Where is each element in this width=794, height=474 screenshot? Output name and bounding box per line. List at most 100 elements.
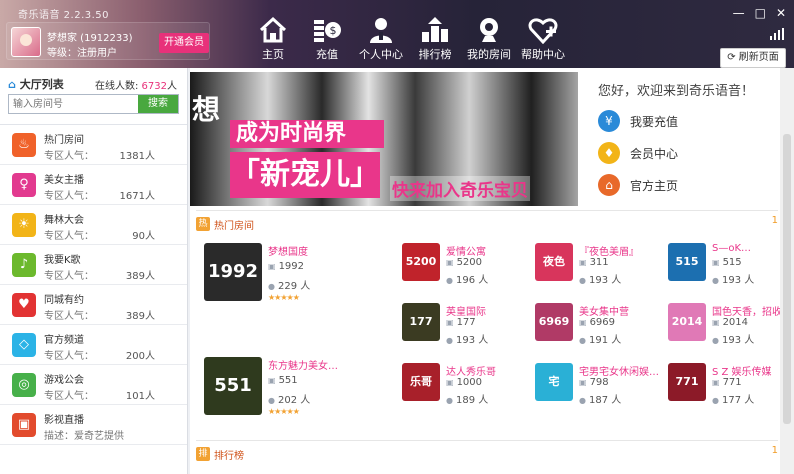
room-thumbnail[interactable]: 宅 <box>535 363 573 401</box>
room-id-value: 1000 <box>456 377 483 388</box>
id-icon: ▣ <box>579 378 587 387</box>
id-icon: ▣ <box>268 262 276 271</box>
room-category-item[interactable]: ♪ 我要K歌 专区人气： 389人 <box>0 245 187 285</box>
banner-big-char: 想 <box>192 93 221 126</box>
room-thumbnail[interactable]: 771 <box>668 363 706 401</box>
nav-recharge[interactable]: $ 充值 <box>300 16 354 68</box>
category-popularity: 101人 <box>125 391 155 402</box>
recharge-link[interactable]: ¥ 我要充值 <box>598 108 678 134</box>
ranking-more[interactable]: 1 <box>772 445 778 456</box>
recharge-link-label: 我要充值 <box>630 114 679 129</box>
category-popularity: 389人 <box>125 271 155 282</box>
room-people: ● 193 人 <box>446 331 488 346</box>
category-popularity: 389人 <box>125 311 155 322</box>
nav-help[interactable]: 帮助中心 <box>516 16 570 68</box>
category-name: 官方频道 <box>44 335 84 346</box>
nav-ranking[interactable]: 排行榜 <box>408 16 462 68</box>
room-thumbnail[interactable]: 6969 <box>535 303 573 341</box>
room-title[interactable]: 梦想国度 <box>268 243 308 258</box>
room-search-input[interactable] <box>9 95 138 113</box>
category-icon: ◇ <box>12 333 36 357</box>
vip-center-link[interactable]: ♦ 会员中心 <box>598 140 678 166</box>
avatar[interactable] <box>11 27 41 57</box>
scrollbar[interactable] <box>780 68 794 474</box>
room-rating-stars: ★★★★★ <box>268 407 300 416</box>
id-icon: ▣ <box>268 376 276 385</box>
nav-my-room[interactable]: 我的房间 <box>462 16 516 68</box>
room-title[interactable]: 宅男宅女休闲娱… <box>579 363 659 378</box>
person-icon: ● <box>268 282 275 291</box>
ranking-section: 排 排行榜 1 <box>196 440 778 474</box>
hot-rooms-header: 热 热门房间 1 <box>196 211 778 233</box>
room-id-value: 6969 <box>589 317 616 328</box>
room-title[interactable]: 东方魅力美女… <box>268 357 338 372</box>
user-name: 梦想家 (1912233) <box>47 33 133 44</box>
category-sub: 专区人气： <box>44 311 94 322</box>
title-bar: 奇乐语音 2.2.3.50 梦想家 (1912233) 等级：注册用户 开通会员… <box>0 0 794 68</box>
room-id: ▣ 6969 <box>579 317 615 328</box>
room-id: ▣ 311 <box>579 257 609 268</box>
room-thumbnail[interactable]: 551 <box>204 357 262 415</box>
recharge-icon: $ <box>314 20 341 42</box>
room-category-item[interactable]: ◇ 官方频道 专区人气： 200人 <box>0 325 187 365</box>
nav-home[interactable]: 主页 <box>246 16 300 68</box>
room-thumbnail[interactable]: 2014 <box>668 303 706 341</box>
search-button[interactable]: 搜索 <box>138 95 178 113</box>
room-title[interactable]: 英皇国际 <box>446 303 486 318</box>
category-sub: 专区人气： <box>44 231 94 242</box>
refresh-page-button[interactable]: ⟳ 刷新页面 <box>720 48 786 68</box>
room-thumbnail[interactable]: 1992 <box>204 243 262 301</box>
room-people: ● 229 人 <box>268 277 310 292</box>
room-thumbnail[interactable]: 夜色 <box>535 243 573 281</box>
room-title[interactable]: S Z 娱乐传媒 <box>712 363 772 378</box>
room-thumbnail[interactable]: 5200 <box>402 243 440 281</box>
category-sub: 描述：爱奇艺提供 <box>44 431 124 442</box>
room-title[interactable]: S—oK… <box>712 243 751 254</box>
help-heart-icon <box>528 18 558 44</box>
room-category-item[interactable]: ♀ 美女主播 专区人气： 1671人 <box>0 165 187 205</box>
room-category-item[interactable]: ☀ 舞林大会 专区人气： 90人 <box>0 205 187 245</box>
room-people: ● 187 人 <box>579 391 621 406</box>
room-people: ● 193 人 <box>712 271 754 286</box>
category-popularity: 1381人 <box>119 151 155 162</box>
room-title[interactable]: 爱情公寓 <box>446 243 486 258</box>
room-thumbnail[interactable]: 177 <box>402 303 440 341</box>
room-category-item[interactable]: ▣ 影视直播 描述：爱奇艺提供 <box>0 405 187 445</box>
category-name: 舞林大会 <box>44 215 84 226</box>
category-popularity: 1671人 <box>119 191 155 202</box>
open-vip-button[interactable]: 开通会员 <box>159 33 209 53</box>
room-category-item[interactable]: ♨ 热门房间 专区人气： 1381人 <box>0 125 187 165</box>
room-title[interactable]: 美女集中营 <box>579 303 629 318</box>
main-nav: 主页 $ 充值 个人中心 排行榜 我的房间 帮助中心 <box>246 16 570 68</box>
nav-user-center[interactable]: 个人中心 <box>354 16 408 68</box>
user-level: 等级：注册用户 <box>47 48 117 59</box>
promo-banner[interactable]: 想 成为时尚界 「新宠儿」 快来加入奇乐宝贝 <box>190 72 578 206</box>
category-name: 热门房间 <box>44 135 84 146</box>
room-people: ● 177 人 <box>712 391 754 406</box>
room-title[interactable]: 国色天香，招收 <box>712 303 782 318</box>
category-icon: ♀ <box>12 173 36 197</box>
category-name: 同城有约 <box>44 295 84 306</box>
minimize-button[interactable]: — <box>733 6 745 20</box>
category-icon: ☀ <box>12 213 36 237</box>
room-thumbnail[interactable]: 乐哥 <box>402 363 440 401</box>
room-id: ▣ 771 <box>712 377 742 388</box>
hot-rooms-more[interactable]: 1 <box>772 215 778 226</box>
room-thumbnail[interactable]: 515 <box>668 243 706 281</box>
room-title[interactable]: 达人秀乐哥 <box>446 363 496 378</box>
home-icon: ⌂ <box>8 78 20 91</box>
room-title[interactable]: 『夜色美眉』 <box>579 243 639 258</box>
scrollbar-thumb[interactable] <box>783 134 791 424</box>
maximize-button[interactable]: □ <box>755 6 766 20</box>
room-id-value: 311 <box>589 257 609 268</box>
nav-label: 帮助中心 <box>521 48 565 61</box>
category-name: 我要K歌 <box>44 255 81 266</box>
room-people-value: 189 人 <box>455 395 489 406</box>
category-icon: ▣ <box>12 413 36 437</box>
official-home-link[interactable]: ⌂ 官方主页 <box>598 172 678 198</box>
room-people-value: 193 人 <box>721 275 755 286</box>
ranking-header: 排 排行榜 1 <box>196 441 778 463</box>
room-category-item[interactable]: ♥ 同城有约 专区人气： 389人 <box>0 285 187 325</box>
close-button[interactable]: ✕ <box>776 6 786 20</box>
room-category-item[interactable]: ◎ 游戏公会 专区人气： 101人 <box>0 365 187 405</box>
